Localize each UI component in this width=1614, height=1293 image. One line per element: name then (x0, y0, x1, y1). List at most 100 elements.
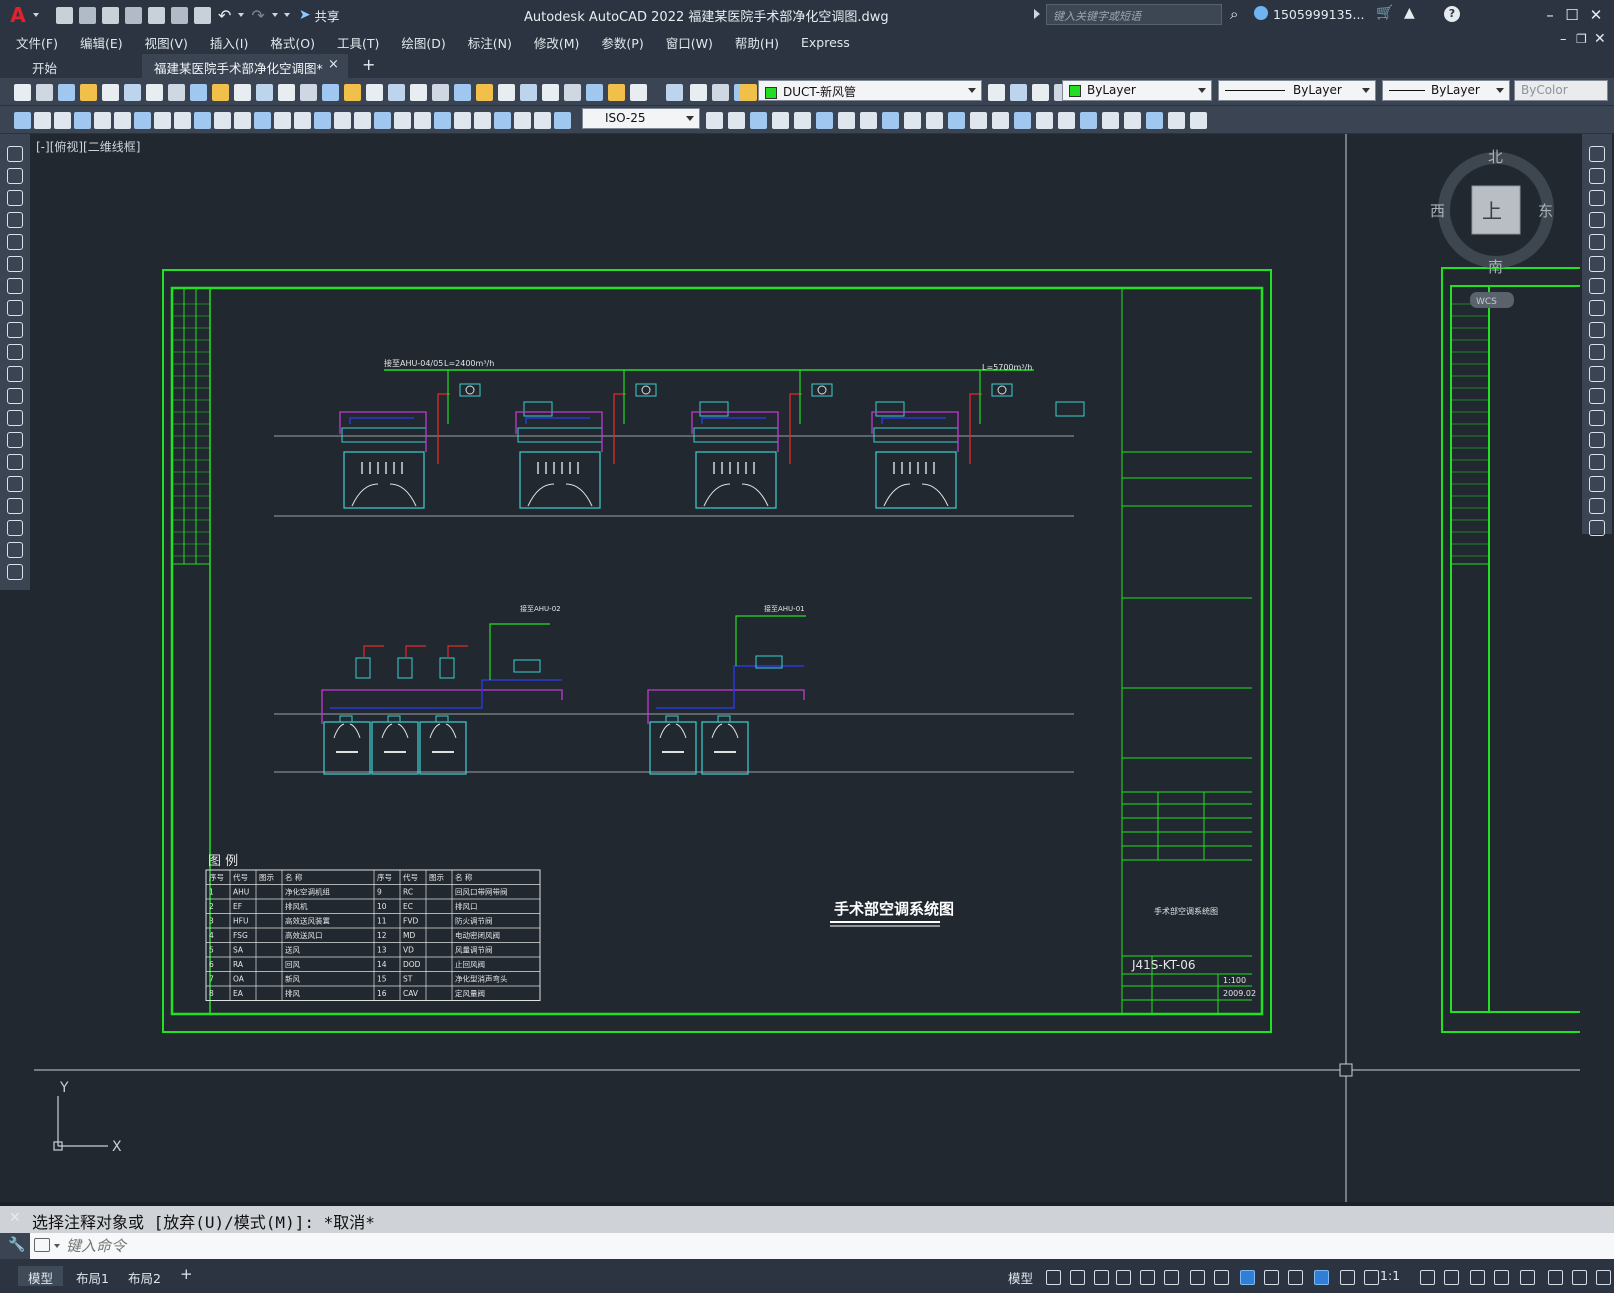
modify-tool-48-icon[interactable] (1146, 112, 1163, 129)
modify-side-tool-3-icon[interactable] (1589, 212, 1605, 228)
modify-tool-16-icon[interactable] (334, 112, 351, 129)
draw-tool-6-icon[interactable] (7, 278, 23, 294)
draw-tool-7-icon[interactable] (7, 300, 23, 316)
open-file-icon[interactable] (79, 6, 96, 24)
linetype-dropdown[interactable]: ByLayer (1218, 80, 1376, 101)
share-icon[interactable]: ➤ (299, 7, 311, 23)
modify-side-tool-1-icon[interactable] (1589, 168, 1605, 184)
open-web-icon[interactable] (148, 6, 165, 24)
draw-tool-15-icon[interactable] (7, 476, 23, 492)
draw-tool-18-icon[interactable] (7, 542, 23, 558)
menu-edit[interactable]: 编辑(E) (80, 33, 123, 52)
draw-tool-13-icon[interactable] (7, 432, 23, 448)
status-toggle-21-icon[interactable] (1596, 1270, 1611, 1285)
status-toggle-2-icon[interactable] (1094, 1270, 1109, 1285)
tab-model[interactable]: 模型 (18, 1266, 64, 1286)
save-web-icon[interactable] (171, 6, 188, 24)
standard-tool-29-icon[interactable] (666, 84, 683, 101)
standard-tool-34-icon[interactable] (988, 84, 1005, 101)
menu-file[interactable]: 文件(F) (16, 33, 58, 52)
modify-tool-22-icon[interactable] (454, 112, 471, 129)
annotation-scale[interactable]: 1:1 (1380, 1268, 1400, 1283)
tab-layout2[interactable]: 布局2 (118, 1266, 171, 1286)
standard-tool-31-icon[interactable] (712, 84, 729, 101)
status-toggle-6-icon[interactable] (1190, 1270, 1205, 1285)
standard-tool-2-icon[interactable] (58, 84, 75, 101)
standard-tool-0-icon[interactable] (14, 84, 31, 101)
status-toggle-14-icon[interactable] (1420, 1270, 1435, 1285)
draw-tool-5-icon[interactable] (7, 256, 23, 272)
menu-tools[interactable]: 工具(T) (337, 33, 379, 52)
modify-tool-18-icon[interactable] (374, 112, 391, 129)
status-toggle-11-icon[interactable] (1314, 1270, 1329, 1285)
modify-tool-26-icon[interactable] (534, 112, 551, 129)
doc-close-icon[interactable]: ✕ (1594, 31, 1606, 47)
draw-tool-11-icon[interactable] (7, 388, 23, 404)
menu-dimension[interactable]: 标注(N) (468, 33, 512, 52)
modify-tool-6-icon[interactable] (134, 112, 151, 129)
standard-tool-33-icon[interactable] (740, 84, 757, 101)
modify-side-tool-10-icon[interactable] (1589, 366, 1605, 382)
standard-tool-7-icon[interactable] (168, 84, 185, 101)
modify-tool-33-icon[interactable] (816, 112, 833, 129)
modify-tool-34-icon[interactable] (838, 112, 855, 129)
draw-tool-4-icon[interactable] (7, 234, 23, 250)
close-window-icon[interactable]: ✕ (1586, 5, 1606, 25)
status-toggle-8-icon[interactable] (1240, 1270, 1255, 1285)
standard-tool-1-icon[interactable] (36, 84, 53, 101)
modify-tool-19-icon[interactable] (394, 112, 411, 129)
modify-tool-23-icon[interactable] (474, 112, 491, 129)
menu-view[interactable]: 视图(V) (145, 33, 188, 52)
help-icon[interactable]: ? (1444, 6, 1460, 22)
app-logo-icon[interactable]: A (6, 3, 30, 27)
standard-tool-14-icon[interactable] (322, 84, 339, 101)
command-input[interactable] (66, 1235, 1566, 1257)
modify-side-tool-7-icon[interactable] (1589, 300, 1605, 316)
drawing-canvas[interactable]: J41S-KT-06 1:100 2009.02 手术部空调系统图 接至AHU-… (34, 134, 1580, 1202)
modify-tool-11-icon[interactable] (234, 112, 251, 129)
command-close-icon[interactable]: ✕ (9, 1210, 21, 1226)
standard-tool-11-icon[interactable] (256, 84, 273, 101)
modify-side-tool-8-icon[interactable] (1589, 322, 1605, 338)
app-menu-dropdown-icon[interactable] (33, 13, 39, 17)
modify-side-tool-0-icon[interactable] (1589, 146, 1605, 162)
undo-dropdown-icon[interactable] (238, 13, 245, 17)
modify-tool-38-icon[interactable] (926, 112, 943, 129)
modify-tool-1-icon[interactable] (34, 112, 51, 129)
tab-close-icon[interactable]: × (328, 57, 339, 72)
dimstyle-dropdown[interactable]: ISO-25 (582, 108, 700, 129)
save-icon[interactable] (102, 6, 119, 24)
modify-side-tool-12-icon[interactable] (1589, 410, 1605, 426)
status-toggle-20-icon[interactable] (1572, 1270, 1587, 1285)
modify-tool-35-icon[interactable] (860, 112, 877, 129)
standard-tool-30-icon[interactable] (690, 84, 707, 101)
standard-tool-26-icon[interactable] (586, 84, 603, 101)
modify-tool-41-icon[interactable] (992, 112, 1009, 129)
modify-tool-12-icon[interactable] (254, 112, 271, 129)
status-toggle-12-icon[interactable] (1340, 1270, 1355, 1285)
modify-tool-4-icon[interactable] (94, 112, 111, 129)
draw-tool-19-icon[interactable] (7, 564, 23, 580)
modify-tool-17-icon[interactable] (354, 112, 371, 129)
menu-parametric[interactable]: 参数(P) (601, 33, 643, 52)
draw-tool-12-icon[interactable] (7, 410, 23, 426)
lineweight-dropdown[interactable]: ByLayer (1382, 80, 1510, 101)
status-toggle-15-icon[interactable] (1444, 1270, 1459, 1285)
status-toggle-4-icon[interactable] (1140, 1270, 1155, 1285)
status-toggle-19-icon[interactable] (1548, 1270, 1563, 1285)
modify-side-tool-5-icon[interactable] (1589, 256, 1605, 272)
modify-tool-21-icon[interactable] (434, 112, 451, 129)
minimize-icon[interactable]: – (1540, 5, 1560, 25)
command-history-icon[interactable] (34, 1238, 50, 1252)
menu-window[interactable]: 窗口(W) (666, 33, 713, 52)
modify-tool-24-icon[interactable] (494, 112, 511, 129)
modify-tool-36-icon[interactable] (882, 112, 899, 129)
modify-side-tool-13-icon[interactable] (1589, 432, 1605, 448)
standard-tool-8-icon[interactable] (190, 84, 207, 101)
undo-icon[interactable]: ↶ (218, 6, 231, 25)
standard-tool-20-icon[interactable] (454, 84, 471, 101)
new-file-icon[interactable] (56, 6, 73, 24)
color-dropdown[interactable]: ByLayer (1062, 80, 1212, 101)
modify-tool-32-icon[interactable] (794, 112, 811, 129)
modify-side-tool-4-icon[interactable] (1589, 234, 1605, 250)
